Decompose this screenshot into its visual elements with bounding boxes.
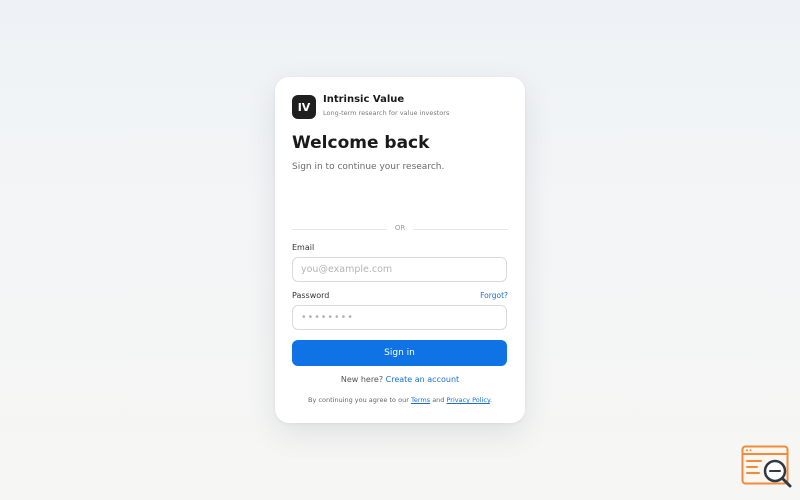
magnifier-document-icon — [741, 445, 793, 489]
password-label: Password — [292, 291, 330, 300]
legal-prefix: By continuing you agree to our — [308, 396, 409, 404]
brand-name: Intrinsic Value — [323, 94, 405, 105]
signup-prompt: New here? Create an account — [275, 375, 525, 384]
signup-prefix: New here? — [340, 375, 384, 384]
page-title: Welcome back — [292, 133, 430, 153]
legal-suffix: . — [489, 396, 492, 404]
email-field[interactable] — [292, 257, 507, 282]
legal-notice: By continuing you agree to our Terms and… — [275, 396, 525, 404]
password-field[interactable] — [292, 305, 507, 330]
signin-card: IV Intrinsic Value Long-term research fo… — [275, 77, 525, 423]
create-account-link[interactable]: Create an account — [386, 375, 460, 384]
legal-and: and — [432, 396, 445, 404]
email-label: Email — [292, 243, 315, 252]
privacy-policy-link[interactable]: Privacy Policy — [447, 396, 490, 404]
brand-logo: IV — [292, 95, 316, 119]
page-subtitle: Sign in to continue your research. — [292, 162, 445, 172]
divider-line-right — [413, 229, 508, 230]
divider-or: OR — [394, 224, 406, 232]
divider-line-left — [292, 229, 387, 230]
sign-in-button[interactable]: Sign in — [292, 340, 507, 366]
forgot-password-link[interactable]: Forgot? — [480, 291, 508, 300]
brand-tagline: Long-term research for value investors — [323, 109, 450, 117]
terms-link[interactable]: Terms — [411, 396, 430, 404]
